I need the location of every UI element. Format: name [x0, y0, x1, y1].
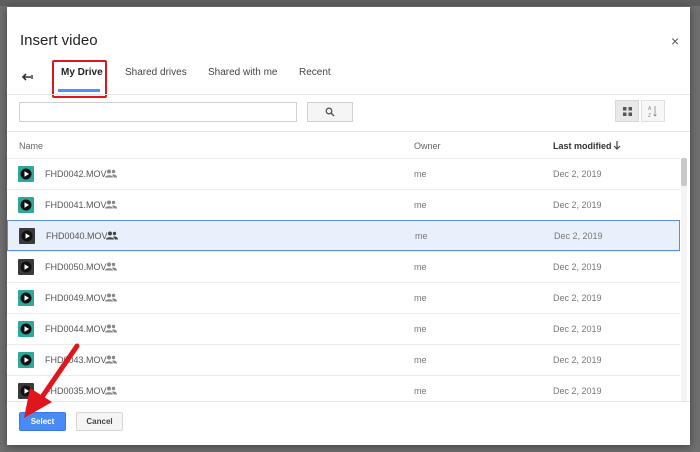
video-file-icon	[18, 259, 34, 275]
file-row[interactable]: FHD0049.MOV me Dec 2, 2019	[7, 282, 680, 313]
file-row[interactable]: FHD0042.MOV me Dec 2, 2019	[7, 158, 680, 189]
file-last-modified: Dec 2, 2019	[553, 169, 602, 179]
scrollbar-thumb[interactable]	[681, 158, 687, 186]
file-owner: me	[414, 324, 427, 334]
file-row[interactable]: FHD0041.MOV me Dec 2, 2019	[7, 189, 680, 220]
file-last-modified: Dec 2, 2019	[553, 293, 602, 303]
video-file-icon	[18, 352, 34, 368]
dialog-title: Insert video	[20, 32, 98, 49]
file-name: FHD0050.MOV	[45, 262, 107, 272]
grid-view-icon	[622, 106, 632, 116]
file-owner: me	[414, 200, 427, 210]
file-name: FHD0040.MOV	[46, 231, 108, 241]
file-name: FHD0049.MOV	[45, 293, 107, 303]
file-last-modified: Dec 2, 2019	[553, 386, 602, 396]
file-name: FHD0041.MOV	[45, 200, 107, 210]
sort-options-button[interactable]: A Z	[641, 100, 665, 122]
tab-shared-drives[interactable]: Shared drives	[125, 67, 187, 78]
file-owner: me	[414, 386, 427, 396]
file-last-modified: Dec 2, 2019	[553, 355, 602, 365]
video-file-icon	[18, 321, 34, 337]
search-icon	[325, 107, 335, 117]
file-owner: me	[414, 293, 427, 303]
file-last-modified: Dec 2, 2019	[553, 262, 602, 272]
file-name: FHD0043.MOV	[45, 355, 107, 365]
header-divider	[7, 94, 690, 95]
people-icon	[105, 355, 117, 364]
file-row[interactable]: FHD0043.MOV me Dec 2, 2019	[7, 344, 680, 375]
cancel-button[interactable]: Cancel	[76, 412, 123, 431]
people-icon	[105, 386, 117, 395]
people-icon	[105, 262, 117, 271]
file-owner: me	[415, 231, 428, 241]
grid-view-button[interactable]	[615, 100, 639, 122]
svg-text:A: A	[648, 106, 652, 112]
file-name: FHD0044.MOV	[45, 324, 107, 334]
file-name: FHD0042.MOV	[45, 169, 107, 179]
search-input[interactable]	[19, 102, 297, 122]
search-button[interactable]	[307, 102, 353, 122]
column-header-last-modified[interactable]: Last modified	[553, 141, 612, 151]
file-row[interactable]: FHD0050.MOV me Dec 2, 2019	[7, 251, 680, 282]
select-button[interactable]: Select	[19, 412, 66, 431]
file-row[interactable]: FHD0040.MOV me Dec 2, 2019	[7, 220, 680, 251]
page-backdrop	[0, 0, 700, 6]
insert-video-dialog: Insert video × My Drive Shared drives Sh…	[7, 7, 690, 445]
list-scrollbar[interactable]	[681, 158, 687, 401]
video-file-icon	[18, 197, 34, 213]
file-owner: me	[414, 169, 427, 179]
arrow-left-icon[interactable]	[20, 69, 36, 85]
close-icon[interactable]: ×	[671, 34, 679, 48]
video-file-icon	[18, 290, 34, 306]
file-row[interactable]: FHD0035.MOV me Dec 2, 2019	[7, 375, 680, 401]
people-icon	[105, 324, 117, 333]
video-file-icon	[18, 383, 34, 399]
file-list: FHD0042.MOV me Dec 2, 2019 FHD0041.MOV me Dec…	[7, 158, 690, 401]
svg-text:Z: Z	[648, 113, 651, 118]
people-icon	[105, 293, 117, 302]
footer-divider	[7, 401, 690, 402]
people-icon	[105, 200, 117, 209]
annotation-highlight-box	[52, 60, 107, 98]
file-name: FHD0035.MOV	[45, 386, 107, 396]
list-divider	[7, 131, 690, 132]
file-last-modified: Dec 2, 2019	[553, 200, 602, 210]
people-icon	[106, 231, 118, 240]
file-last-modified: Dec 2, 2019	[553, 324, 602, 334]
file-owner: me	[414, 355, 427, 365]
tab-shared-with-me[interactable]: Shared with me	[208, 67, 277, 78]
file-owner: me	[414, 262, 427, 272]
video-file-icon	[18, 166, 34, 182]
video-file-icon	[19, 228, 35, 244]
tab-recent[interactable]: Recent	[299, 67, 331, 78]
column-header-name[interactable]: Name	[19, 141, 43, 151]
people-icon	[105, 169, 117, 178]
file-row[interactable]: FHD0044.MOV me Dec 2, 2019	[7, 313, 680, 344]
arrow-down-icon[interactable]	[613, 140, 621, 150]
file-last-modified: Dec 2, 2019	[554, 231, 603, 241]
sort-az-icon: A Z	[648, 106, 657, 118]
column-header-owner[interactable]: Owner	[414, 141, 441, 151]
